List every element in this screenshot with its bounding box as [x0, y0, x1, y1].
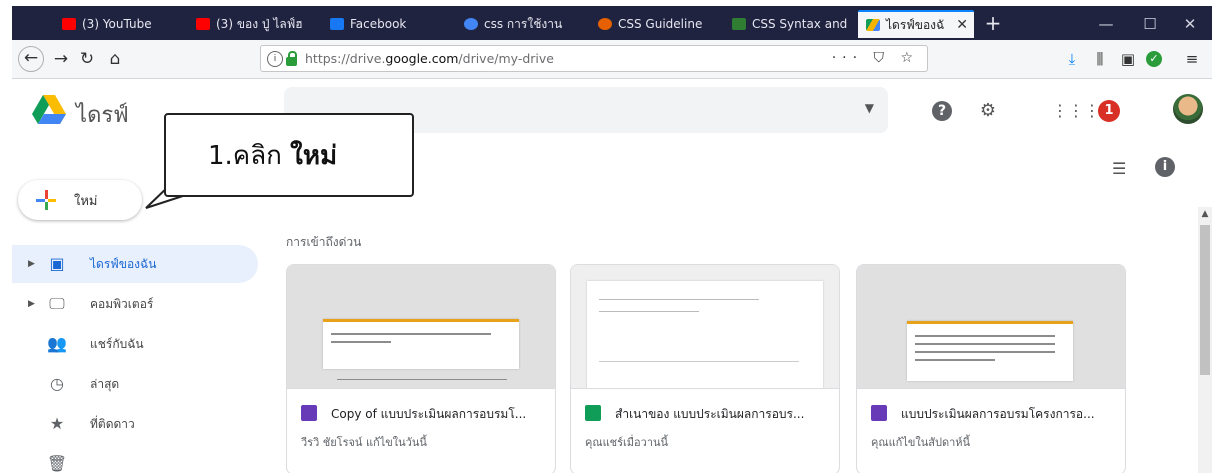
- page-actions[interactable]: ··· ⛉ ☆: [832, 50, 919, 66]
- sidebar-item-computers[interactable]: ▶ 🖵 คอมพิวเตอร์: [12, 285, 264, 323]
- tab-label: (3) YouTube: [82, 17, 152, 31]
- tab-label: CSS Guideline: [618, 17, 703, 31]
- drive-title[interactable]: ไดรฟ์: [76, 97, 129, 132]
- close-window-button[interactable]: ✕: [1168, 10, 1212, 38]
- lock-icon: [286, 51, 297, 66]
- tab-facebook[interactable]: Facebook: [322, 10, 450, 38]
- search-options-icon[interactable]: ▼: [865, 101, 874, 115]
- quick-access-title: การเข้าถึงด่วน: [286, 235, 362, 249]
- plus-icon: [36, 190, 56, 210]
- facebook-icon: [330, 18, 344, 30]
- tab-label: (3) ของ ปู่ ไลฟ์ฮ: [216, 16, 303, 31]
- card-file-name: สำเนาของ แบบประเมินผลการอบร...: [615, 407, 805, 421]
- sheet-icon: [732, 18, 746, 30]
- card-file-name: แบบประเมินผลการอบรมโครงการอ...: [901, 407, 1095, 421]
- drive-logo-icon[interactable]: [32, 95, 66, 125]
- tab-label: Facebook: [350, 17, 407, 31]
- sidebar-item-trash[interactable]: 🗑: [12, 445, 264, 473]
- reload-button[interactable]: ↻: [74, 46, 100, 72]
- sidebar-toggle-icon[interactable]: ▣: [1118, 49, 1138, 69]
- expand-arrow-icon[interactable]: ▶: [28, 299, 35, 309]
- tab-css-syntax[interactable]: CSS Syntax and: [724, 10, 852, 38]
- close-tab-icon[interactable]: ✕: [956, 17, 968, 33]
- sidebar-item-label: คอมพิวเตอร์: [90, 296, 154, 311]
- tab-label: CSS Syntax and: [752, 17, 848, 31]
- youtube-icon: [196, 18, 210, 30]
- forms-icon: [301, 405, 317, 421]
- new-tab-button[interactable]: +: [978, 10, 1008, 38]
- my-drive-icon: ▣: [49, 254, 65, 273]
- quick-access-card[interactable]: แบบประเมินผลการอบรมโครงการอ... คุณแก้ไขใ…: [856, 264, 1126, 473]
- tab-strip: (3) YouTube (3) ของ ปู่ ไลฟ์ฮ Facebook c…: [12, 6, 1212, 40]
- new-button[interactable]: ใหม่: [18, 180, 142, 220]
- library-icon[interactable]: ⫼: [1090, 49, 1110, 69]
- tab-label: ไดรฟ์ของฉั: [886, 17, 945, 32]
- card-subtitle: คุณแชร์เมื่อวานนี้: [585, 436, 669, 449]
- sidebar-item-starred[interactable]: ★ ที่ติดดาว: [12, 405, 264, 443]
- star-icon: ★: [49, 414, 65, 433]
- back-button[interactable]: ←: [18, 46, 44, 72]
- instruction-callout: 1.คลิก ใหม่: [164, 113, 414, 197]
- quick-access-card[interactable]: Copy of แบบประเมินผลการอบรมโ... วีรวิ ชั…: [286, 264, 556, 473]
- url-text: https://drive.google.com/drive/my-drive: [305, 51, 554, 66]
- card-subtitle: คุณแก้ไขในสัปดาห์นี้: [871, 436, 971, 449]
- gear-icon[interactable]: ⚙: [976, 99, 1000, 123]
- sidebar-item-label: ไดรฟ์ของฉัน: [90, 256, 157, 271]
- list-view-icon[interactable]: ☰: [1112, 159, 1126, 178]
- sidebar-item-label: ล่าสุด: [90, 376, 120, 391]
- card-thumbnail: [287, 265, 555, 388]
- firefox-icon: [598, 18, 612, 30]
- card-thumbnail: [571, 265, 839, 388]
- screen: (3) YouTube (3) ของ ปู่ ไลฟ์ฮ Facebook c…: [0, 0, 1224, 473]
- shared-icon: 👥: [47, 334, 67, 353]
- quick-access-card[interactable]: สำเนาของ แบบประเมินผลการอบร... คุณแชร์เม…: [570, 264, 840, 473]
- sidebar-item-label: แชร์กับฉัน: [90, 336, 144, 351]
- avatar[interactable]: [1173, 94, 1203, 124]
- trash-icon: 🗑: [46, 454, 68, 473]
- url-bar[interactable]: i https://drive.google.com/drive/my-driv…: [260, 45, 928, 72]
- sidebar-item-my-drive[interactable]: ▶ ▣ ไดรฟ์ของฉัน: [12, 245, 258, 283]
- clock-icon: ◷: [50, 374, 64, 393]
- info-icon[interactable]: i: [267, 51, 283, 67]
- minimize-button[interactable]: —: [1084, 10, 1128, 38]
- scroll-up-icon[interactable]: ▲: [1198, 209, 1212, 219]
- youtube-icon: [62, 18, 76, 30]
- browser-window: (3) YouTube (3) ของ ปู่ ไลฟ์ฮ Facebook c…: [12, 6, 1212, 473]
- home-button[interactable]: ⌂: [102, 46, 128, 72]
- navigation-bar: ← → ↻ ⌂ i https://drive.google.com/drive…: [12, 40, 1212, 79]
- help-icon[interactable]: ?: [932, 101, 952, 121]
- drive-icon: [866, 19, 880, 31]
- card-subtitle: วีรวิ ชัยโรจน์ แก้ไขในวันนี้: [301, 436, 427, 449]
- forms-icon: [871, 405, 887, 421]
- sheets-icon: [585, 405, 601, 421]
- tab-css-guideline[interactable]: CSS Guideline: [590, 10, 718, 38]
- callout-text: 1.คลิก ใหม่: [208, 141, 338, 171]
- menu-icon[interactable]: ≡: [1182, 49, 1202, 69]
- scrollbar[interactable]: ▲: [1198, 207, 1212, 473]
- apps-grid-icon[interactable]: ⋮⋮⋮: [1052, 99, 1100, 123]
- expand-arrow-icon[interactable]: ▶: [28, 259, 35, 269]
- tab-css-usage[interactable]: css การใช้งาน: [456, 10, 584, 38]
- card-file-name: Copy of แบบประเมินผลการอบรมโ...: [331, 407, 527, 421]
- notification-badge[interactable]: 1: [1098, 100, 1120, 122]
- tab-label: css การใช้งาน: [484, 16, 563, 31]
- card-thumbnail: [857, 265, 1125, 388]
- sidebar-item-shared[interactable]: 👥 แชร์กับฉัน: [12, 325, 264, 363]
- scroll-thumb[interactable]: [1200, 225, 1210, 375]
- tab-youtube[interactable]: (3) YouTube: [54, 10, 182, 38]
- sidebar-item-recent[interactable]: ◷ ล่าสุด: [12, 365, 264, 403]
- forward-button[interactable]: →: [48, 46, 74, 72]
- new-button-label: ใหม่: [74, 193, 98, 209]
- tab-youtube-2[interactable]: (3) ของ ปู่ ไลฟ์ฮ: [188, 10, 316, 38]
- computer-icon: 🖵: [49, 294, 65, 313]
- extension-check-icon[interactable]: ✓: [1146, 51, 1162, 67]
- details-info-icon[interactable]: i: [1155, 157, 1175, 177]
- google-icon: [464, 18, 478, 30]
- download-icon[interactable]: ⤓: [1062, 49, 1082, 69]
- maximize-button[interactable]: ☐: [1128, 10, 1172, 38]
- tab-my-drive[interactable]: ไดรฟ์ของฉั ✕: [858, 10, 974, 38]
- sidebar-item-label: ที่ติดดาว: [90, 416, 135, 431]
